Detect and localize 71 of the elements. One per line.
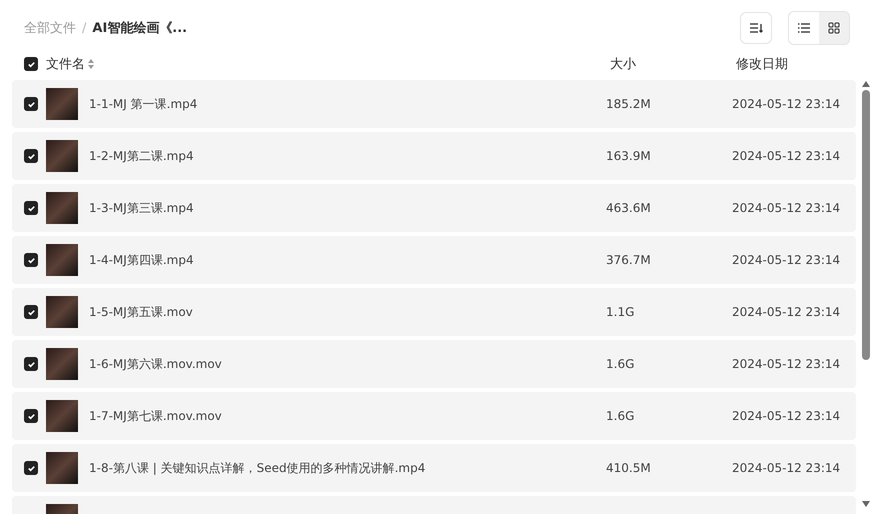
check-icon	[26, 412, 36, 420]
modified-date: 2024-05-12 23:14	[732, 305, 842, 319]
check-icon	[26, 464, 36, 472]
modified-date: 2024-05-12 23:14	[732, 201, 842, 215]
scroll-up-icon[interactable]	[861, 80, 871, 88]
modified-date: 2024-05-12 23:14	[732, 149, 842, 163]
checkbox[interactable]	[24, 57, 38, 71]
file-name: 1-3-MJ第三课.mp4	[89, 200, 194, 216]
photo-placeholder	[46, 400, 78, 432]
date-column-header[interactable]: 修改日期	[736, 55, 874, 73]
file-name: 1-4-MJ第四课.mp4	[89, 252, 194, 268]
modified-date: 2024-05-12 23:14	[732, 409, 842, 423]
file-row[interactable]: 1-2-MJ第二课.mp4 163.9M 2024-05-12 23:14	[12, 132, 856, 180]
photo-placeholder	[46, 244, 78, 276]
file-name: 1-6-MJ第六课.mov.mov	[89, 356, 222, 372]
breadcrumb-current: AI智能绘画《...	[92, 20, 188, 37]
file-name: 1-7-MJ第七课.mov.mov	[89, 408, 222, 424]
photo-placeholder	[46, 452, 78, 484]
grid-icon	[828, 22, 840, 34]
name-column-header[interactable]: 文件名	[46, 55, 85, 73]
sort-button[interactable]	[740, 12, 772, 44]
check-icon	[26, 308, 36, 316]
checkbox[interactable]	[24, 149, 38, 163]
size-column-header[interactable]: 大小	[610, 55, 736, 73]
file-size: 1.6G	[606, 357, 636, 371]
file-size: 376.7M	[606, 253, 652, 267]
file-size: 410.5M	[606, 461, 652, 475]
checkbox[interactable]	[24, 305, 38, 319]
scroll-down-icon[interactable]	[861, 500, 871, 508]
modified-date: 2024-05-12 23:14	[732, 357, 842, 371]
checkbox[interactable]	[24, 97, 38, 111]
breadcrumb-separator: /	[82, 20, 86, 36]
file-size: 185.2M	[606, 97, 652, 111]
modified-date: 2024-05-12 23:14	[732, 97, 842, 111]
photo-placeholder	[46, 140, 78, 172]
check-icon	[26, 204, 36, 212]
checkbox[interactable]	[24, 357, 38, 371]
photo-placeholder	[46, 88, 78, 120]
photo-placeholder	[46, 296, 78, 328]
check-icon	[26, 360, 36, 368]
file-row[interactable]: 1-3-MJ第三课.mp4 463.6M 2024-05-12 23:14	[12, 184, 856, 232]
file-row[interactable]: 1-8-第八课 | 关键知识点详解，Seed使用的多种情况讲解.mp4 410.5M 2024-05-12 23:14	[12, 444, 856, 492]
check-icon	[26, 256, 36, 264]
modified-date: 2024-05-12 23:14	[732, 253, 842, 267]
modified-date: 2024-05-12 23:14	[732, 461, 842, 475]
check-icon	[26, 152, 36, 160]
sort-icon	[749, 22, 763, 34]
file-size: 463.6M	[606, 201, 652, 215]
check-icon	[26, 100, 36, 108]
file-row[interactable]: 1-6-MJ第六课.mov.mov 1.6G 2024-05-12 23:14	[12, 340, 856, 388]
list-icon	[798, 23, 810, 33]
checkbox[interactable]	[24, 461, 38, 475]
checkbox[interactable]	[24, 253, 38, 267]
checkbox[interactable]	[24, 201, 38, 215]
list-view-button[interactable]	[789, 12, 819, 44]
file-size: 163.9M	[606, 149, 652, 163]
photo-placeholder	[46, 192, 78, 224]
file-size: 1.1G	[606, 305, 636, 319]
file-size: 1.6G	[606, 409, 636, 423]
file-name: 1-1-MJ 第一课.mp4	[89, 96, 198, 112]
file-row[interactable]: 1-4-MJ第四课.mp4 376.7M 2024-05-12 23:14	[12, 236, 856, 284]
sort-icon	[88, 59, 94, 69]
checkbox[interactable]	[24, 409, 38, 423]
file-row[interactable]: 1-1-MJ 第一课.mp4 185.2M 2024-05-12 23:14	[12, 80, 856, 128]
photo-placeholder	[46, 348, 78, 380]
file-name: 1-8-第八课 | 关键知识点详解，Seed使用的多种情况讲解.mp4	[89, 460, 426, 476]
file-name: 1-2-MJ第二课.mp4	[89, 148, 194, 164]
file-row[interactable]: 1-5-MJ第五课.mov 1.1G 2024-05-12 23:14	[12, 288, 856, 336]
file-row[interactable]: 1-7-MJ第七课.mov.mov 1.6G 2024-05-12 23:14	[12, 392, 856, 440]
check-icon	[26, 60, 36, 68]
file-name: 1-5-MJ第五课.mov	[89, 304, 193, 320]
